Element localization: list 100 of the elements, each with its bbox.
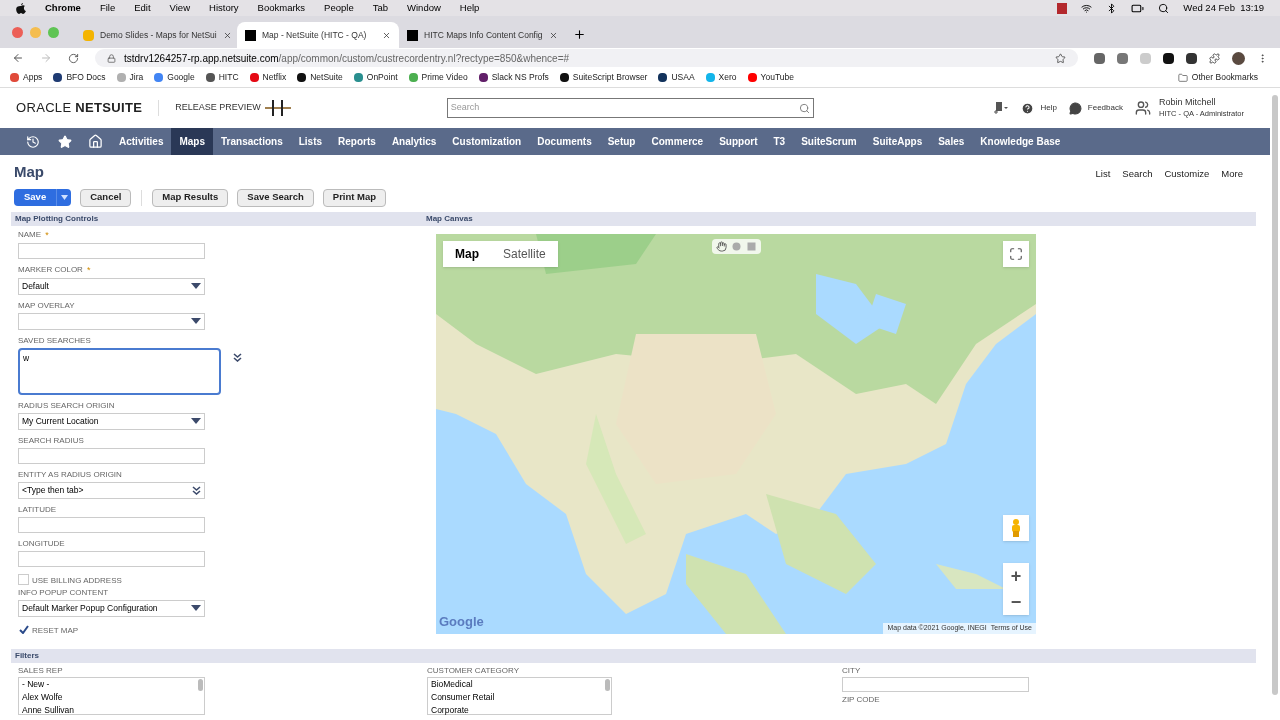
app-menu[interactable]: Chrome [45, 0, 81, 16]
hand-icon[interactable] [716, 240, 727, 252]
other-bookmarks[interactable]: Other Bookmarks [1177, 71, 1258, 84]
menu-item[interactable]: View [169, 0, 190, 16]
nav-tab[interactable]: Commerce [643, 128, 712, 155]
text-field[interactable] [18, 516, 205, 533]
bookmark-star-icon[interactable] [1055, 52, 1066, 64]
page-link[interactable]: Customize [1164, 167, 1210, 182]
select-field[interactable] [18, 312, 205, 330]
bookmark[interactable]: USAA [658, 71, 695, 84]
fullscreen-button[interactable] [1003, 240, 1029, 267]
menu-item[interactable]: Window [407, 0, 441, 16]
browser-tab[interactable]: Demo Slides - Maps for NetSui [75, 22, 237, 48]
menu-item[interactable]: Bookmarks [257, 0, 306, 16]
favorites-icon[interactable] [58, 134, 72, 149]
create-icon[interactable] [993, 101, 1010, 115]
list-option[interactable]: BioMedical [431, 677, 473, 691]
help-link[interactable]: Help [1021, 101, 1057, 115]
toolbar-button[interactable]: Print Map [322, 188, 387, 207]
bookmark[interactable]: YouTube [747, 71, 794, 84]
bookmark[interactable]: OnPoint [353, 71, 398, 84]
save-button[interactable]: Save [14, 189, 72, 206]
text-field[interactable] [18, 242, 205, 259]
nav-tab[interactable]: Documents [529, 128, 600, 155]
toolbar-button[interactable]: Save Search [237, 188, 314, 207]
browser-tab[interactable]: HITC Maps Info Content Config [399, 22, 561, 48]
status-icon[interactable] [1057, 2, 1068, 14]
bookmark[interactable]: NetSuite [297, 71, 343, 84]
text-area[interactable]: w [18, 347, 221, 395]
nav-tab[interactable]: Support [711, 128, 766, 155]
bookmark[interactable]: Xero [705, 71, 737, 84]
bookmark[interactable]: BFO Docs [53, 71, 106, 84]
menu-item[interactable]: History [209, 0, 239, 16]
scrollbar[interactable] [1272, 95, 1278, 695]
toolbar-button[interactable]: Map Results [152, 188, 229, 207]
back-icon[interactable] [12, 52, 24, 64]
extension-icon[interactable] [1163, 52, 1174, 64]
nav-tab[interactable]: Analytics [383, 128, 445, 155]
nav-tab[interactable]: SuiteApps [864, 128, 931, 155]
nav-tab[interactable]: Maps [171, 128, 214, 155]
roles-icon[interactable] [1134, 100, 1151, 116]
select-field[interactable]: Default [18, 277, 205, 295]
list-option[interactable]: Alex Wolfe [22, 690, 63, 704]
text-field[interactable] [18, 550, 205, 567]
text-field[interactable] [842, 676, 1029, 692]
home-icon[interactable] [88, 134, 103, 149]
apple-icon[interactable] [16, 2, 26, 14]
nav-tab[interactable]: Reports [330, 128, 384, 155]
bookmark[interactable]: HITC [205, 71, 239, 84]
zoom-out-button[interactable]: − [1003, 588, 1029, 615]
map-mode-tab[interactable]: Satellite [491, 240, 558, 267]
nav-tab[interactable]: T3 [765, 128, 794, 155]
checkbox[interactable] [18, 623, 29, 635]
bookmark[interactable]: Jira [116, 71, 144, 84]
scrollbar[interactable] [198, 678, 203, 691]
wifi-icon[interactable] [1081, 2, 1093, 14]
nav-tab[interactable]: Setup [599, 128, 644, 155]
bookmark[interactable]: Prime Video [408, 71, 468, 84]
nav-tab[interactable]: Customization [444, 128, 530, 155]
nav-tab[interactable]: Knowledge Base [972, 128, 1069, 155]
caret-icon[interactable] [60, 195, 68, 200]
list-option[interactable]: Corporate [431, 703, 469, 717]
bookmark[interactable]: Slack NS Profs [478, 71, 549, 84]
close-tab-icon[interactable] [548, 30, 558, 40]
close-window-button[interactable] [12, 26, 23, 38]
combo-field[interactable]: <Type then tab> [18, 481, 205, 499]
close-tab-icon[interactable] [382, 30, 391, 40]
address-bar[interactable]: tstdrv1264257-rp.app.netsuite.com/app/common/custom/custrecordentry.nl?rectype=850&whence=# [95, 49, 1078, 67]
nav-tab[interactable]: SuiteScrum [793, 128, 865, 155]
page-link[interactable]: Search [1122, 167, 1153, 182]
extensions-icon[interactable] [1209, 52, 1220, 64]
nav-tab[interactable]: Lists [290, 128, 331, 155]
select-field[interactable]: My Current Location [18, 412, 205, 430]
menu-item[interactable]: People [324, 0, 354, 16]
new-tab-icon[interactable] [573, 28, 586, 41]
list-option[interactable]: Anne Sullivan [22, 703, 74, 717]
search-icon[interactable] [1158, 2, 1170, 14]
menu-item[interactable]: Tab [372, 0, 388, 16]
bookmark[interactable]: Netflix [249, 71, 287, 84]
feedback-link[interactable]: Feedback [1068, 101, 1123, 115]
menu-item[interactable]: Help [459, 0, 480, 16]
text-field[interactable] [18, 447, 205, 464]
reload-icon[interactable] [68, 52, 79, 64]
map-mode-tab[interactable]: Map [443, 240, 491, 267]
bookmark[interactable]: Apps [10, 71, 43, 84]
profile-avatar[interactable] [1232, 51, 1245, 65]
bookmark[interactable]: Google [154, 71, 195, 84]
zoom-in-button[interactable]: + [1003, 562, 1029, 589]
menu-item[interactable]: File [99, 0, 116, 16]
select-field[interactable]: Default Marker Popup Configuration [18, 599, 205, 617]
scrollbar[interactable] [605, 678, 610, 691]
menu-item[interactable]: Edit [134, 0, 151, 16]
list-option[interactable]: - New - [22, 677, 50, 691]
page-link[interactable]: List [1095, 167, 1111, 182]
nav-tab[interactable]: Sales [930, 128, 973, 155]
page-link[interactable]: More [1221, 167, 1243, 182]
extension-icon[interactable] [1186, 52, 1197, 64]
toolbar-button[interactable]: Cancel [80, 188, 132, 207]
street-view-button[interactable] [1003, 514, 1029, 541]
browser-tab[interactable]: Map - NetSuite (HITC - QA) [237, 22, 399, 48]
